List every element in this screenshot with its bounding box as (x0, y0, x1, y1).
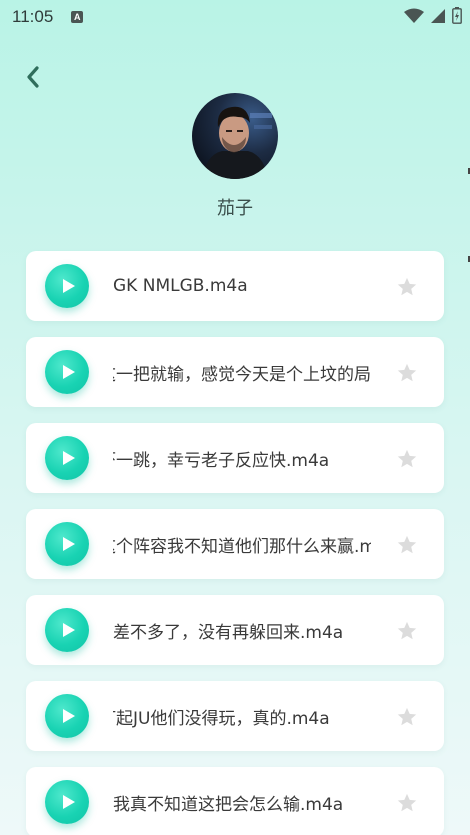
audio-title: 这一把就输，感觉今天是个上坟的局.m4a (113, 364, 371, 385)
audio-title: GK NMLGB.m4a (113, 276, 248, 296)
audio-title-clip: 差不多了，没有再躲回来.m4a (113, 595, 371, 665)
status-icons (404, 7, 462, 24)
audio-title: 这个阵容我不知道他们那什么来赢.m4a (113, 536, 371, 557)
audio-item[interactable]: 这个阵容我不知道他们那什么来赢.m4a (26, 509, 444, 579)
star-icon[interactable] (396, 792, 418, 814)
play-button[interactable] (45, 780, 89, 824)
battery-icon (452, 7, 462, 24)
play-icon (62, 451, 75, 465)
audio-title: 差不多了，没有再躲回来.m4a (113, 622, 344, 643)
play-icon (62, 623, 75, 637)
audio-title-clip: 打起JU他们没得玩，真的.m4a (113, 681, 371, 751)
notification-icon: A (71, 11, 84, 23)
play-icon (62, 795, 75, 809)
play-button[interactable] (45, 694, 89, 738)
play-icon (62, 279, 75, 293)
star-icon[interactable] (396, 448, 418, 470)
profile-name: 茄子 (217, 198, 253, 219)
chevron-left-icon (27, 66, 39, 88)
play-button[interactable] (45, 436, 89, 480)
audio-item[interactable]: 吓一跳，幸亏老子反应快.m4a (26, 423, 444, 493)
play-button[interactable] (45, 350, 89, 394)
star-icon[interactable] (396, 706, 418, 728)
wifi-icon (404, 8, 424, 23)
audio-title: 吓一跳，幸亏老子反应快.m4a (113, 450, 330, 471)
avatar-photo (192, 93, 278, 179)
status-bar: 11:05 A (0, 0, 470, 34)
audio-title-clip: GK NMLGB.m4a (113, 251, 371, 321)
audio-title: 打起JU他们没得玩，真的.m4a (113, 708, 330, 729)
star-icon[interactable] (396, 276, 418, 298)
signal-icon (431, 8, 445, 23)
audio-item[interactable]: 差不多了，没有再躲回来.m4a (26, 595, 444, 665)
audio-title-clip: 这一把就输，感觉今天是个上坟的局.m4a (113, 337, 371, 407)
audio-title-clip: 吓一跳，幸亏老子反应快.m4a (113, 423, 371, 493)
back-button[interactable] (18, 62, 48, 92)
avatar (192, 93, 278, 179)
audio-title-clip: 我真不知道这把会怎么输.m4a (113, 767, 371, 835)
status-time: 11:05 (12, 7, 54, 26)
star-icon[interactable] (396, 620, 418, 642)
audio-item[interactable]: 我真不知道这把会怎么输.m4a (26, 767, 444, 835)
star-icon[interactable] (396, 362, 418, 384)
play-icon (62, 709, 75, 723)
play-button[interactable] (45, 264, 89, 308)
play-icon (62, 365, 75, 379)
audio-item[interactable]: 这一把就输，感觉今天是个上坟的局.m4a (26, 337, 444, 407)
audio-title: 我真不知道这把会怎么输.m4a (113, 794, 344, 815)
play-icon (62, 537, 75, 551)
audio-item[interactable]: GK NMLGB.m4a (26, 251, 444, 321)
play-button[interactable] (45, 522, 89, 566)
audio-title-clip: 这个阵容我不知道他们那什么来赢.m4a (113, 509, 371, 579)
play-button[interactable] (45, 608, 89, 652)
audio-item[interactable]: 打起JU他们没得玩，真的.m4a (26, 681, 444, 751)
star-icon[interactable] (396, 534, 418, 556)
